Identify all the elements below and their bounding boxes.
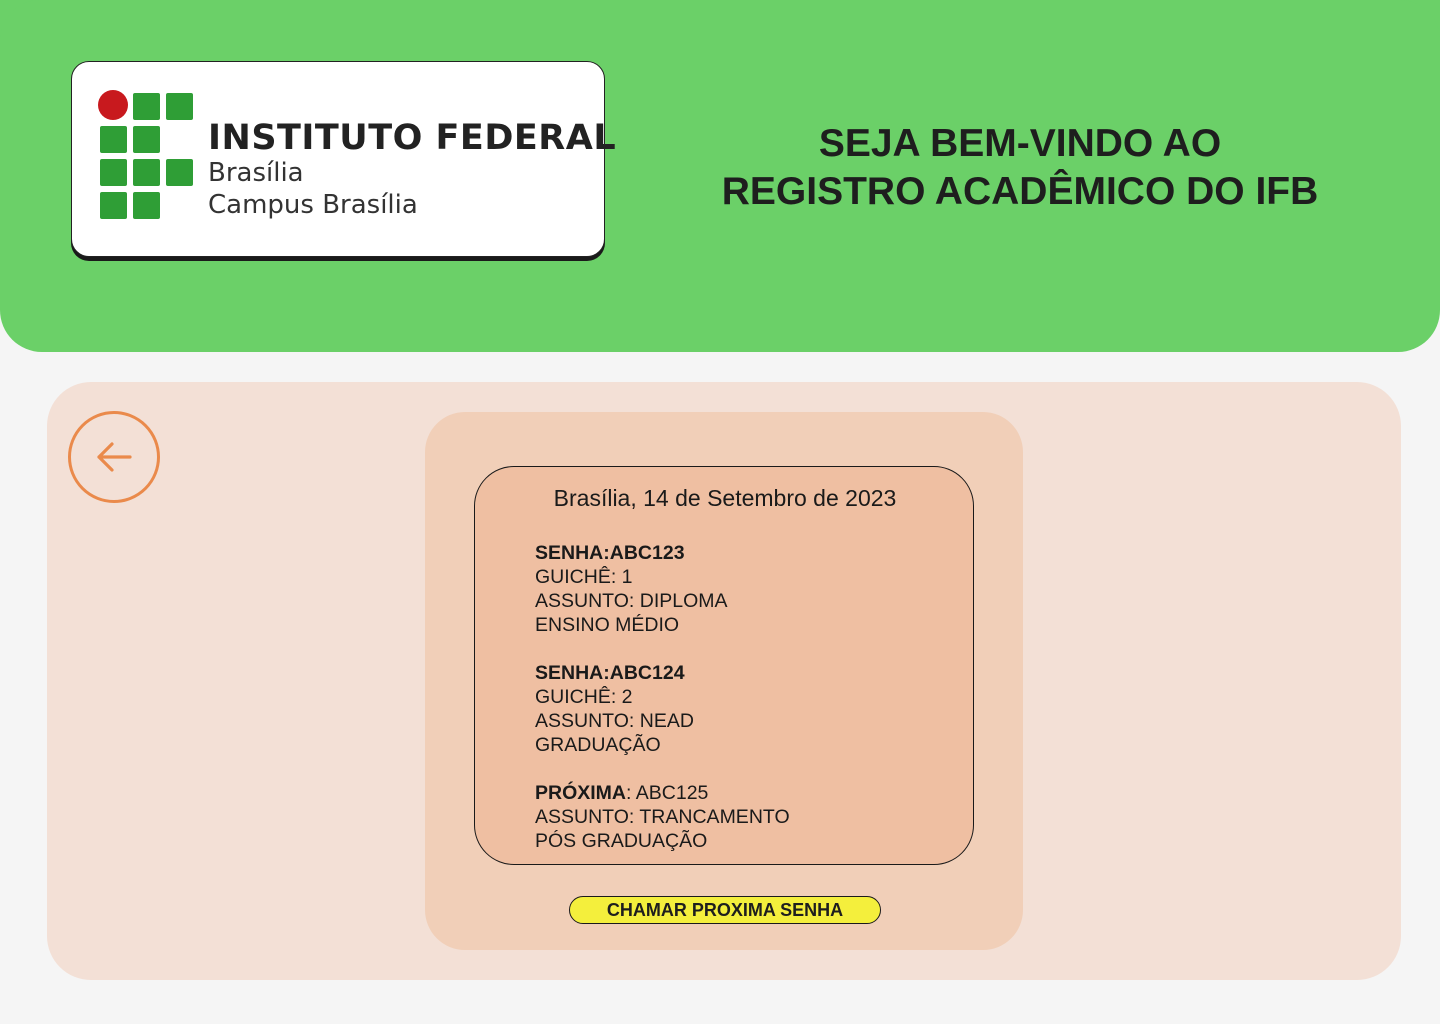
logo-subtitle-campus: Campus Brasília [208,190,418,220]
ticket-level: GRADUAÇÃO [535,734,661,756]
queue-entry: SENHA:ABC123 GUICHÊ: 1 ASSUNTO: DIPLOMA … [535,541,728,637]
queue-entry: SENHA:ABC124 GUICHÊ: 2 ASSUNTO: NEAD GRA… [535,661,694,757]
ticket-subject: ASSUNTO: DIPLOMA [535,590,728,612]
arrow-left-icon [97,442,132,472]
next-ticket-code: : ABC125 [626,782,709,804]
next-label: PRÓXIMA [535,782,627,804]
ticket-display: Brasília, 14 de Setembro de 2023 SENHA:A… [474,466,974,865]
ticket-code: SENHA:ABC124 [535,662,685,684]
call-next-ticket-button[interactable]: CHAMAR PROXIMA SENHA [569,896,881,924]
next-ticket-level: PÓS GRADUAÇÃO [535,830,708,852]
logo-title: INSTITUTO FEDERAL [208,118,617,158]
ticket-code: SENHA:ABC123 [535,542,685,564]
welcome-line-2: REGISTRO ACADÊMICO DO IFB [721,170,1319,213]
next-ticket-subject: ASSUNTO: TRANCAMENTO [535,806,790,828]
ticket-level: ENSINO MÉDIO [535,614,680,636]
ticket-subject: ASSUNTO: NEAD [535,710,694,732]
ticket-date: Brasília, 14 de Setembro de 2023 [553,485,897,511]
next-ticket-entry: PRÓXIMA: ABC125 ASSUNTO: TRANCAMENTO PÓS… [535,781,790,853]
welcome-heading: SEJA BEM-VINDO AO REGISTRO ACADÊMICO DO … [680,120,1360,216]
back-button[interactable] [68,411,160,503]
header-banner: INSTITUTO FEDERAL Brasília Campus Brasíl… [0,0,1440,352]
ticket-counter: GUICHÊ: 1 [535,566,633,588]
logo-subtitle-city: Brasília [208,158,304,188]
welcome-line-1: SEJA BEM-VINDO AO [818,122,1222,165]
ifb-logo-mark-icon [98,90,194,221]
ticket-counter: GUICHÊ: 2 [535,686,633,708]
institution-logo: INSTITUTO FEDERAL Brasília Campus Brasíl… [71,61,616,257]
